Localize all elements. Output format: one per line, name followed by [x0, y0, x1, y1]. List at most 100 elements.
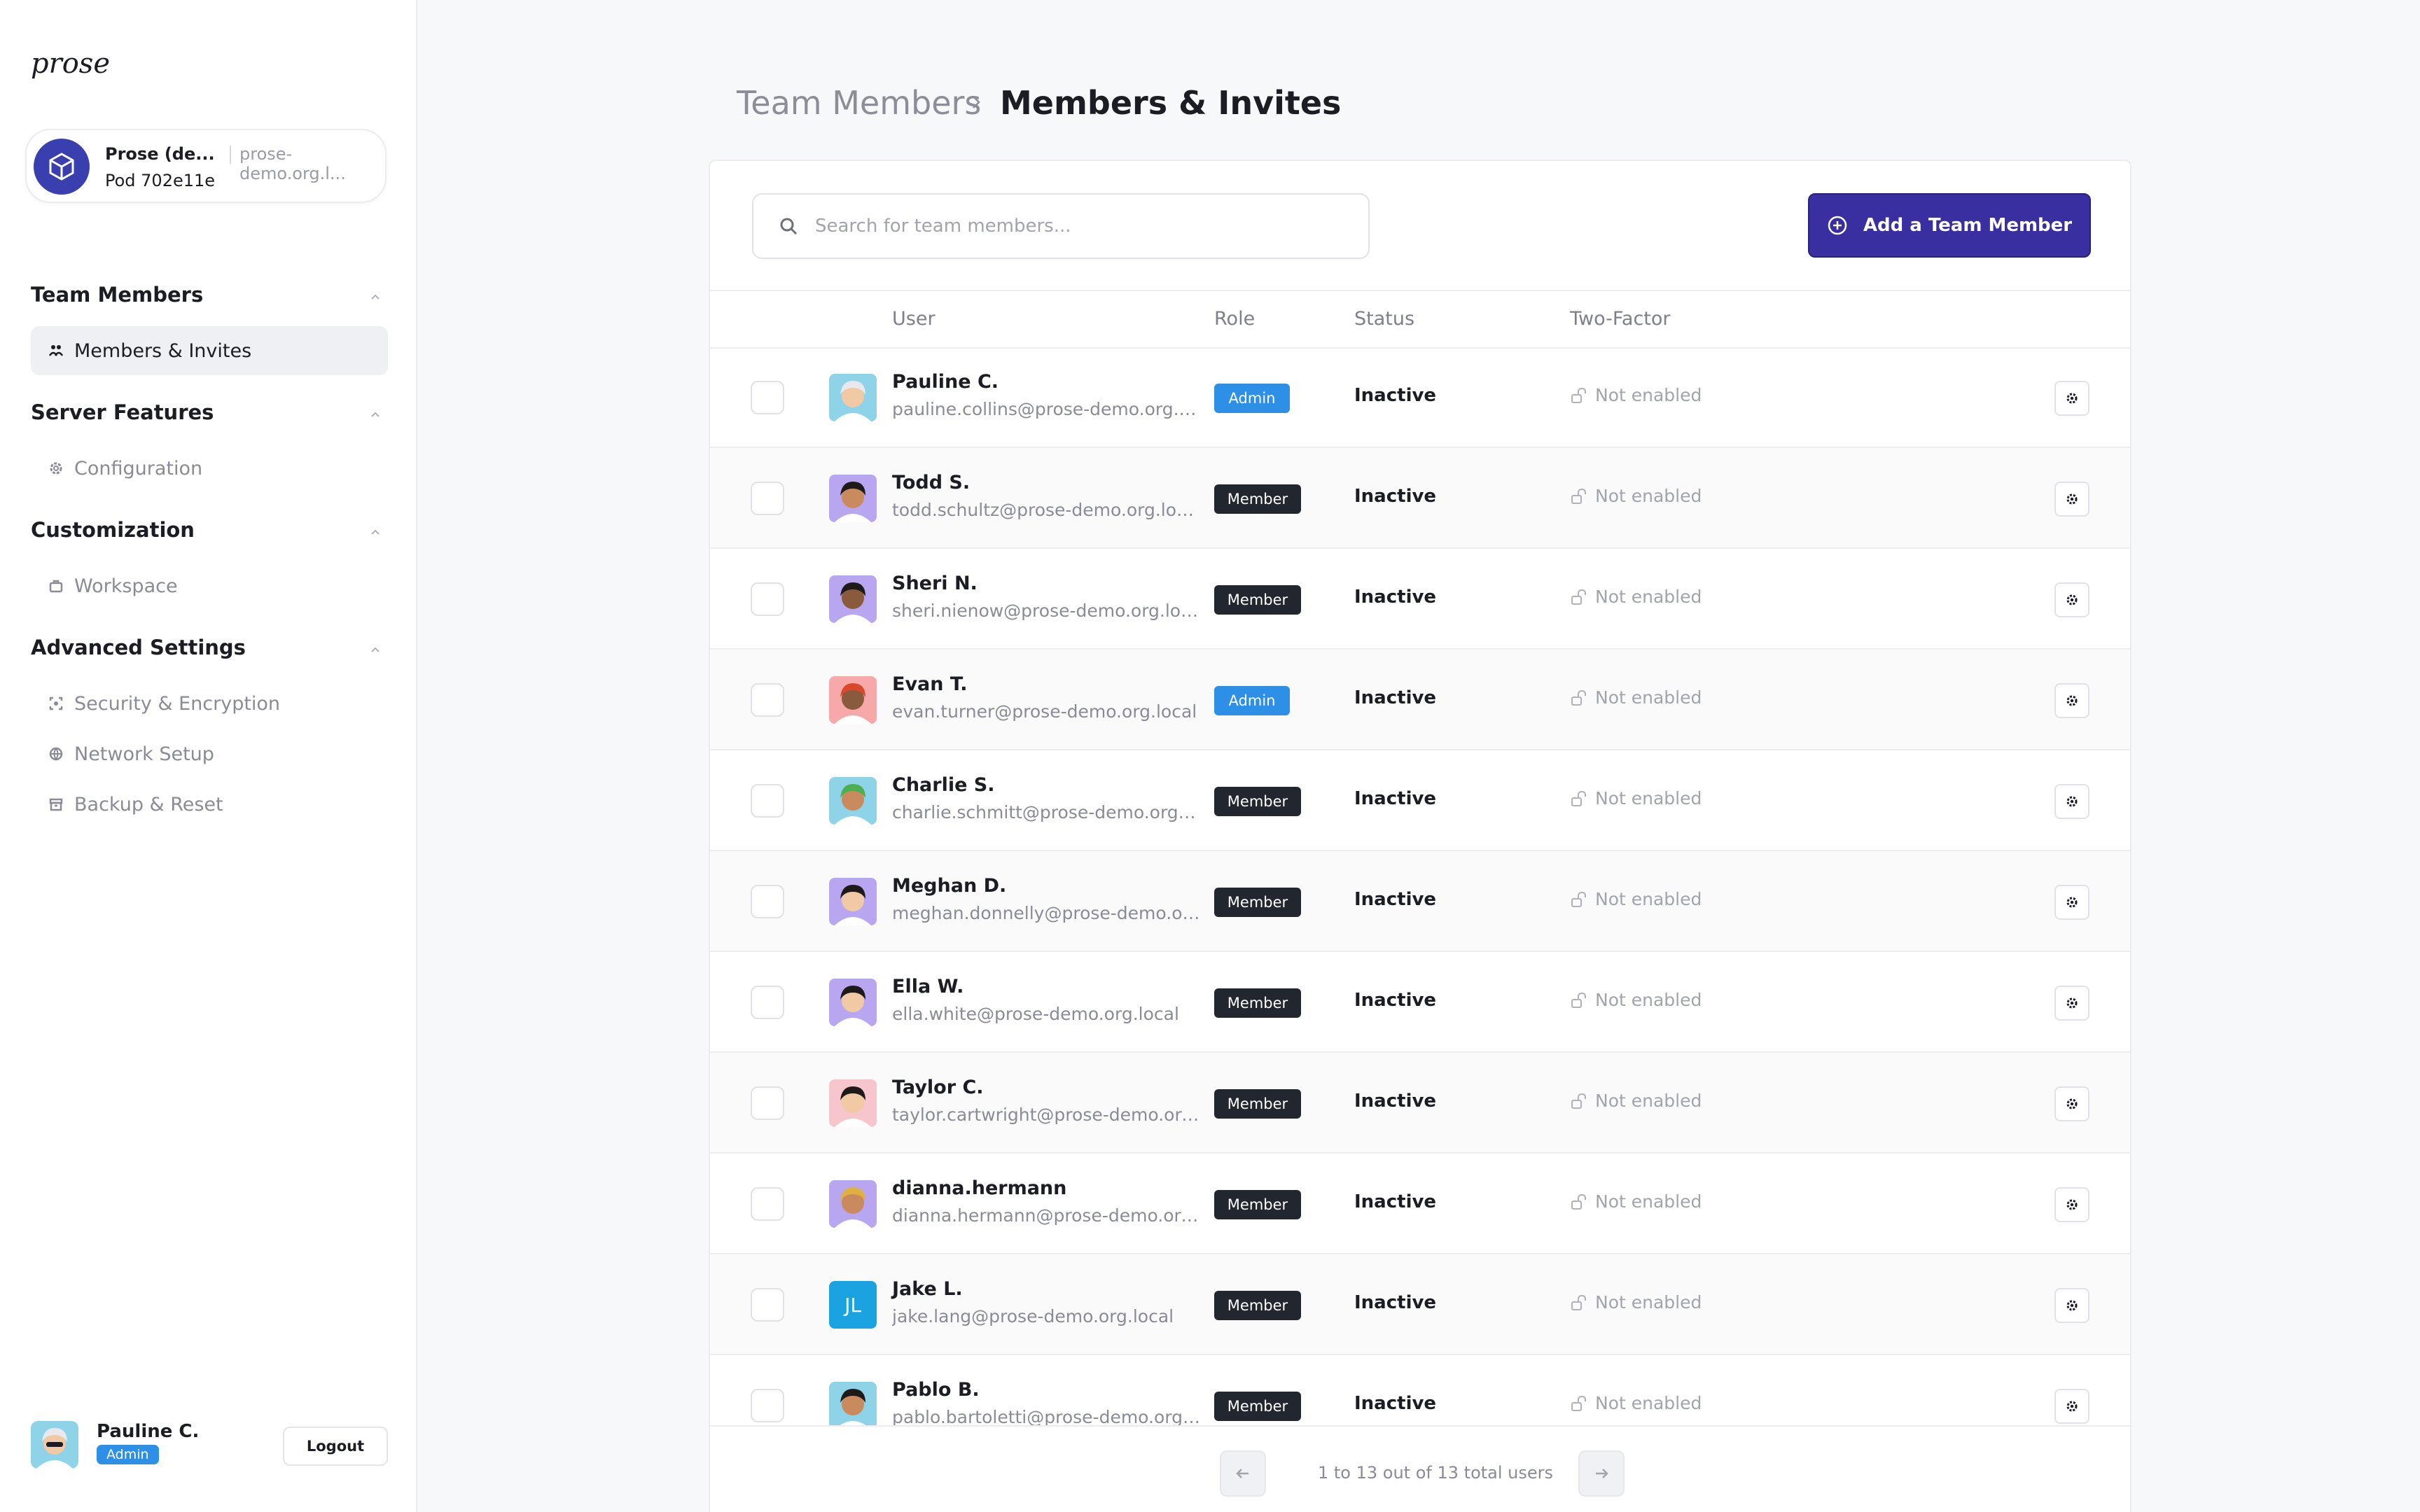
table-row[interactable]: Sheri N. sheri.nienow@prose-demo.org.loca… — [710, 549, 2130, 650]
row-checkbox[interactable] — [751, 1187, 784, 1221]
table-row[interactable]: Todd S. todd.schultz@prose-demo.org.local… — [710, 448, 2130, 549]
gear-icon — [2066, 796, 2078, 807]
user-email: charlie.schmitt@prose-demo.org.local — [892, 802, 1200, 822]
avatar[interactable] — [31, 1421, 78, 1469]
gear-icon — [2066, 1300, 2078, 1311]
row-settings-button[interactable] — [2054, 784, 2089, 819]
column-header-status[interactable]: Status — [1354, 308, 1414, 330]
search-box[interactable] — [752, 193, 1370, 259]
nav-section-advanced-settings[interactable]: Advanced Settings — [31, 636, 246, 659]
chevron-up-icon[interactable] — [368, 407, 382, 421]
two-factor-status: Not enabled — [1570, 687, 1702, 708]
row-checkbox[interactable] — [751, 582, 784, 616]
user-name: Pablo B. — [892, 1379, 980, 1401]
role-badge: Member — [1214, 1190, 1301, 1219]
table-row[interactable]: dianna.hermann dianna.hermann@prose-demo.… — [710, 1154, 2130, 1254]
search-input[interactable] — [815, 216, 1347, 237]
prose-logo[interactable]: prose — [31, 48, 140, 84]
two-factor-status: Not enabled — [1570, 1292, 1702, 1312]
unlock-icon — [1571, 488, 1586, 504]
two-factor-label: Not enabled — [1595, 687, 1702, 708]
role-badge: Admin — [1214, 686, 1290, 715]
table-row[interactable]: Ella W. ella.white@prose-demo.org.local Me… — [710, 952, 2130, 1053]
row-checkbox[interactable] — [751, 1086, 784, 1120]
add-team-member-button[interactable]: Add a Team Member — [1808, 193, 2091, 258]
table-row[interactable]: Pablo B. pablo.bartoletti@prose-demo.org.… — [710, 1355, 2130, 1425]
row-settings-button[interactable] — [2054, 1288, 2089, 1323]
avatar — [829, 777, 877, 825]
row-checkbox[interactable] — [751, 885, 784, 918]
previous-page-button[interactable] — [1220, 1450, 1266, 1497]
plus-circle-icon — [1828, 216, 1847, 235]
sidebar-item-network-setup[interactable]: Network Setup — [31, 729, 388, 778]
gear-icon — [2066, 493, 2078, 505]
row-settings-button[interactable] — [2054, 1086, 2089, 1121]
row-checkbox[interactable] — [751, 381, 784, 414]
avatar — [829, 1382, 877, 1425]
row-settings-button[interactable] — [2054, 482, 2089, 517]
row-settings-button[interactable] — [2054, 1389, 2089, 1424]
row-settings-button[interactable] — [2054, 582, 2089, 617]
status-text: Inactive — [1354, 788, 1437, 809]
sidebar-item-configuration[interactable]: Configuration — [31, 444, 388, 493]
user-name: Todd S. — [892, 472, 971, 493]
row-settings-button[interactable] — [2054, 986, 2089, 1021]
column-header-two-factor[interactable]: Two-Factor — [1570, 308, 1671, 330]
chevron-up-icon[interactable] — [368, 525, 382, 539]
row-settings-button[interactable] — [2054, 885, 2089, 920]
row-settings-button[interactable] — [2054, 381, 2089, 416]
user-name: Sheri N. — [892, 573, 978, 594]
unlock-icon — [1571, 1294, 1586, 1310]
sidebar-item-label: Configuration — [74, 457, 203, 479]
next-page-button[interactable] — [1578, 1450, 1625, 1497]
nav-section-customization[interactable]: Customization — [31, 518, 195, 542]
gear-icon — [2066, 1199, 2078, 1210]
table-row[interactable]: JL Jake L. jake.lang@prose-demo.org.local M… — [710, 1254, 2130, 1355]
table-row[interactable]: Meghan D. meghan.donnelly@prose-demo.org.… — [710, 851, 2130, 952]
row-settings-button[interactable] — [2054, 1187, 2089, 1222]
row-checkbox[interactable] — [751, 784, 784, 818]
row-checkbox[interactable] — [751, 1288, 784, 1322]
cube-icon — [49, 153, 74, 181]
user-name: Meghan D. — [892, 875, 1007, 897]
breadcrumb-parent[interactable]: Team Members — [737, 84, 981, 122]
sidebar-item-workspace[interactable]: Workspace — [31, 561, 388, 610]
user-name: Charlie S. — [892, 774, 995, 796]
nav-section-team-members[interactable]: Team Members — [31, 283, 203, 307]
chevron-right-icon — [973, 96, 980, 108]
sidebar-item-backup-reset[interactable]: Backup & Reset — [31, 780, 388, 829]
svg-text:prose: prose — [31, 49, 110, 80]
two-factor-label: Not enabled — [1595, 587, 1702, 607]
role-badge: Admin — [97, 1445, 159, 1464]
status-text: Inactive — [1354, 1091, 1437, 1112]
user-email: evan.turner@prose-demo.org.local — [892, 701, 1197, 722]
status-text: Inactive — [1354, 990, 1437, 1011]
chevron-up-icon[interactable] — [368, 290, 382, 304]
table-row[interactable]: Pauline C. pauline.collins@prose-demo.org… — [710, 347, 2130, 448]
column-header-role[interactable]: Role — [1214, 308, 1255, 330]
logout-button[interactable]: Logout — [283, 1427, 388, 1466]
workspace-switcher[interactable]: Prose (de... prose-demo.org.l... Pod 702… — [25, 129, 387, 203]
row-checkbox[interactable] — [751, 482, 784, 515]
row-checkbox[interactable] — [751, 986, 784, 1019]
arrow-right-icon — [1596, 1469, 1608, 1478]
two-factor-status: Not enabled — [1570, 990, 1702, 1010]
role-badge: Member — [1214, 988, 1301, 1018]
row-checkbox[interactable] — [751, 683, 784, 717]
briefcase-icon — [49, 580, 63, 593]
chevron-up-icon[interactable] — [368, 643, 382, 657]
avatar — [829, 979, 877, 1026]
gear-icon — [50, 462, 62, 475]
row-checkbox[interactable] — [751, 1389, 784, 1422]
shield-icon — [49, 696, 63, 710]
column-header-user[interactable]: User — [892, 308, 936, 330]
user-name: Pauline C. — [892, 371, 999, 393]
sidebar-item-members-invites[interactable]: Members & Invites — [31, 326, 388, 375]
table-row[interactable]: Charlie S. charlie.schmitt@prose-demo.org… — [710, 750, 2130, 851]
table-row[interactable]: Taylor C. taylor.cartwright@prose-demo.or… — [710, 1053, 2130, 1154]
sidebar-item-security-encryption[interactable]: Security & Encryption — [31, 679, 388, 728]
nav-section-server-features[interactable]: Server Features — [31, 400, 214, 424]
table-row[interactable]: Evan T. evan.turner@prose-demo.org.local A… — [710, 650, 2130, 750]
role-badge: Member — [1214, 1089, 1301, 1119]
row-settings-button[interactable] — [2054, 683, 2089, 718]
